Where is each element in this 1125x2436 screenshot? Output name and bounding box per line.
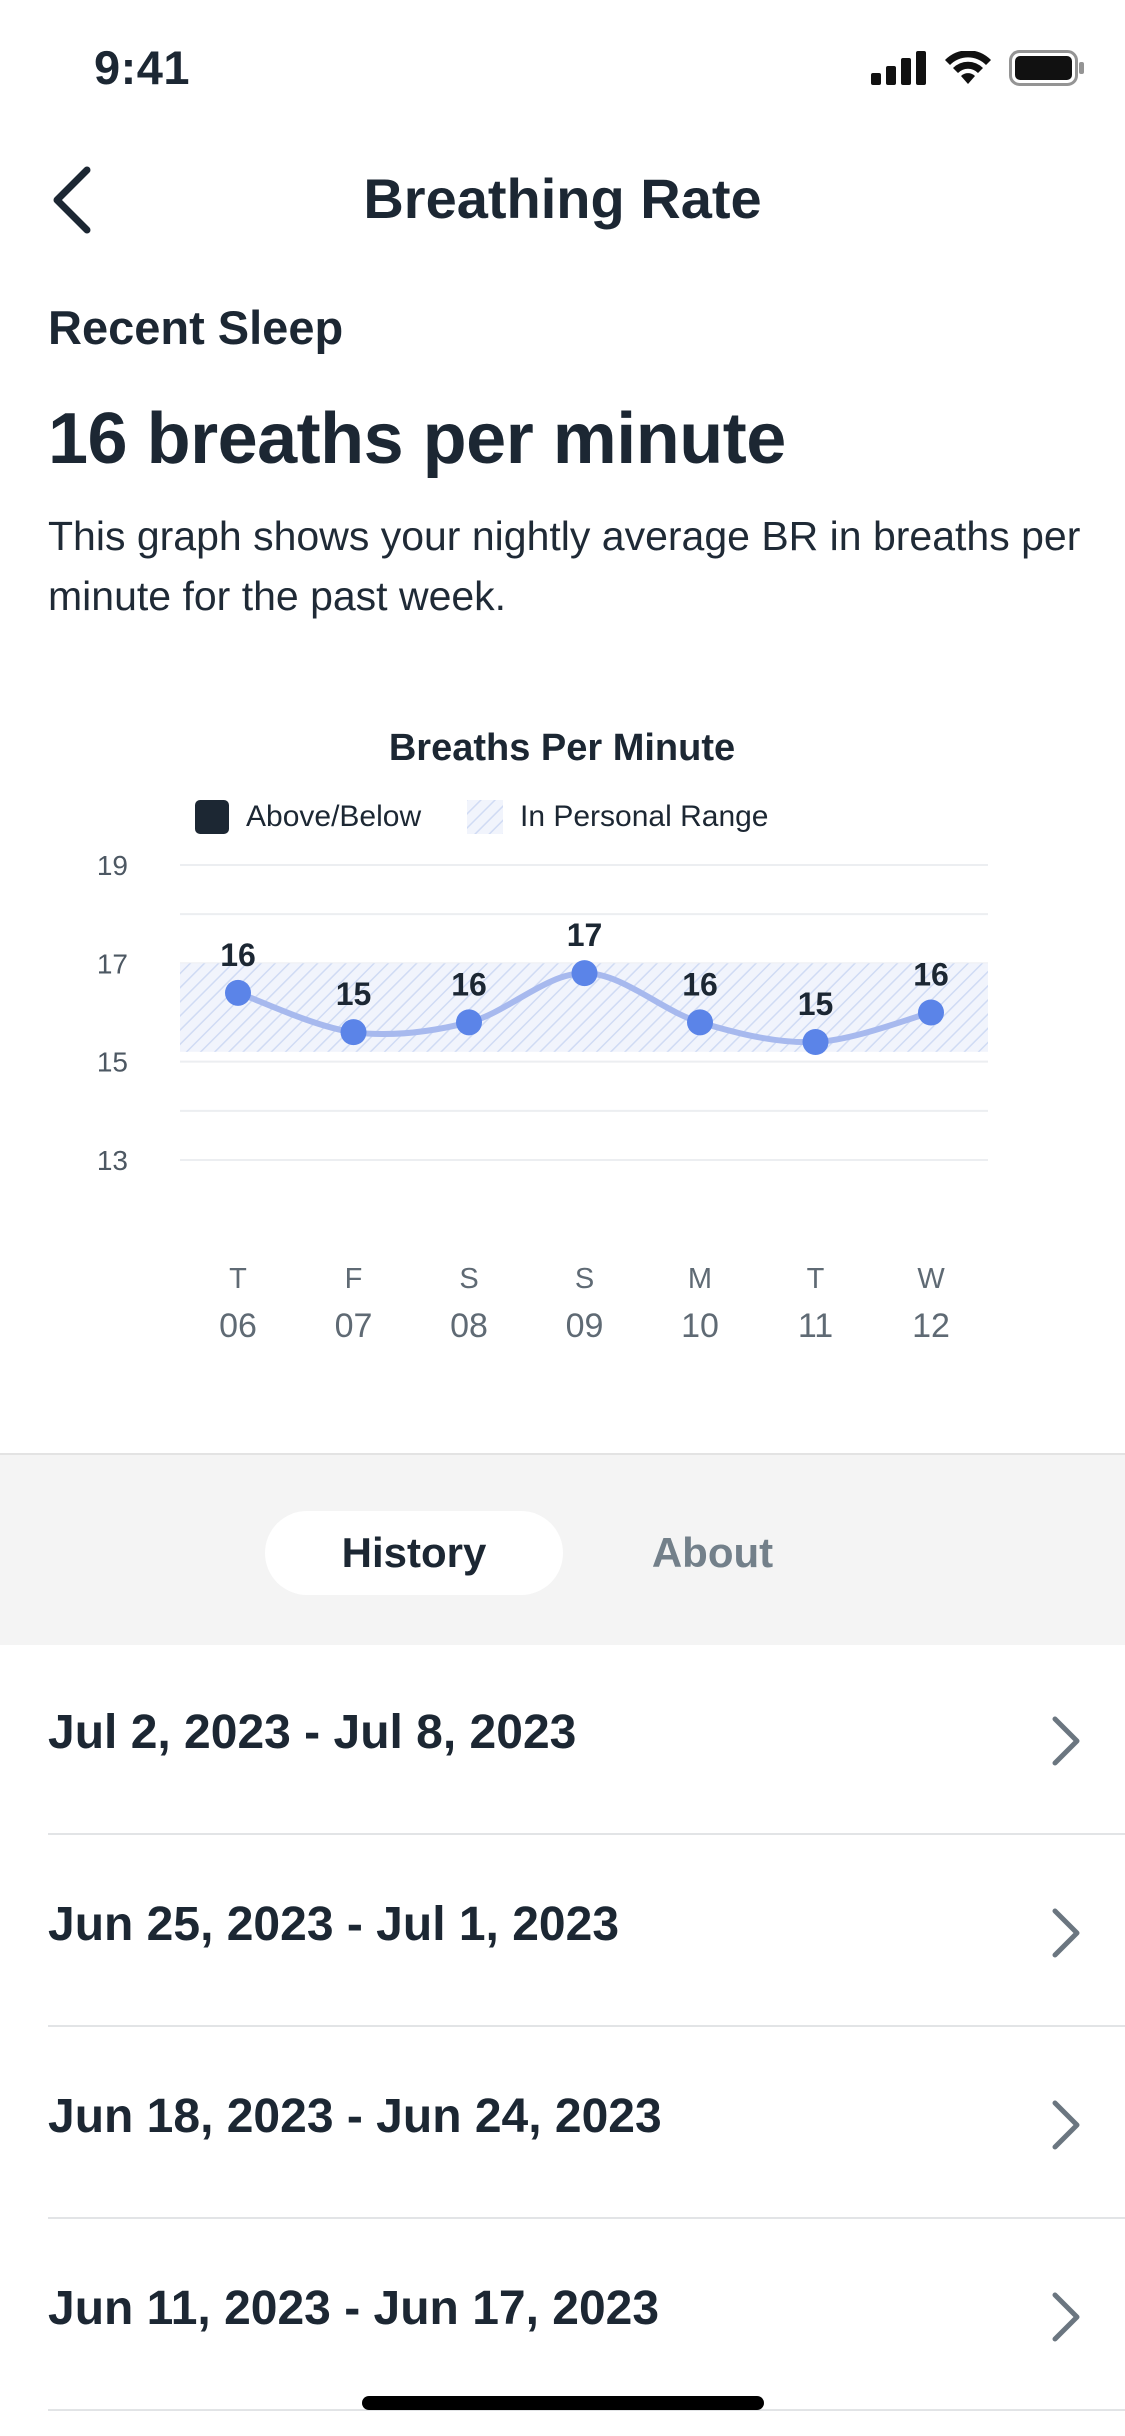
y-tick-label: 15 — [97, 1047, 128, 1078]
breathing-rate-chart: Breaths Per Minute Above/Below In Person… — [0, 700, 1125, 1360]
legend-label-above-below: Above/Below — [246, 800, 421, 833]
y-tick-label: 17 — [97, 948, 128, 979]
data-point — [571, 960, 598, 987]
chart-svg: Breaths Per Minute Above/Below In Person… — [97, 727, 988, 1345]
data-point — [687, 1009, 713, 1036]
chevron-right-icon — [1052, 2100, 1080, 2150]
status-bar: 9:41 — [0, 0, 1125, 132]
x-day-label: S — [459, 1263, 478, 1295]
x-day-label: M — [688, 1263, 712, 1295]
status-icons — [871, 50, 1085, 86]
cellular-signal-icon — [871, 51, 926, 85]
history-row[interactable]: Jun 25, 2023 - Jul 1, 2023 — [0, 1835, 1125, 2027]
data-label: 16 — [682, 966, 718, 1002]
legend-label-personal-range: In Personal Range — [520, 800, 769, 833]
y-tick-label: 13 — [97, 1145, 128, 1176]
x-day-label: S — [575, 1263, 594, 1295]
battery-icon — [1009, 50, 1084, 86]
chart-plot-area: 19 17 15 13 16 15 16 17 16 15 16 T 06 F 07 S 08 S 09 M 10 T 11… — [97, 850, 988, 1345]
chevron-right-icon — [1052, 1716, 1080, 1766]
y-tick-label: 19 — [97, 850, 128, 881]
data-point — [340, 1019, 367, 1046]
status-time: 9:41 — [94, 41, 191, 94]
x-day-label: W — [917, 1263, 945, 1295]
chevron-right-icon — [1052, 1908, 1080, 1958]
history-row-label: Jun 18, 2023 - Jun 24, 2023 — [48, 2090, 662, 2143]
chevron-right-icon — [1052, 2292, 1080, 2342]
chart-description: This graph shows your nightly average BR… — [48, 513, 1081, 619]
x-date-label: 10 — [681, 1307, 719, 1345]
data-label: 16 — [451, 966, 487, 1002]
section-label: Recent Sleep — [48, 301, 344, 354]
history-row[interactable]: Jun 18, 2023 - Jun 24, 2023 — [0, 2027, 1125, 2219]
x-date-label: 12 — [912, 1307, 950, 1345]
page-title: Breathing Rate — [363, 167, 762, 230]
legend-swatch-above-below — [195, 800, 229, 834]
segmented-control: History About — [0, 1453, 1125, 1645]
breathing-rate-value: 16 breaths per minute — [48, 399, 786, 479]
wifi-icon — [945, 51, 991, 84]
tab-about[interactable]: About — [570, 1511, 855, 1595]
data-label: 15 — [336, 976, 372, 1012]
history-row[interactable]: Jul 2, 2023 - Jul 8, 2023 — [0, 1643, 1125, 1835]
data-point — [918, 999, 944, 1026]
history-row-label: Jun 25, 2023 - Jul 1, 2023 — [48, 1898, 620, 1951]
data-label: 15 — [798, 986, 834, 1022]
x-date-label: 08 — [450, 1307, 488, 1345]
history-row[interactable]: Jun 11, 2023 - Jun 17, 2023 — [0, 2219, 1125, 2411]
data-point — [802, 1029, 829, 1055]
legend-swatch-personal-range — [467, 800, 503, 834]
x-day-label: F — [345, 1263, 363, 1295]
data-label: 17 — [567, 917, 603, 953]
tab-history[interactable]: History — [265, 1511, 563, 1595]
x-day-label: T — [229, 1263, 247, 1295]
data-label: 16 — [913, 957, 949, 993]
history-list: Jul 2, 2023 - Jul 8, 2023 Jun 25, 2023 -… — [0, 1643, 1125, 2411]
history-row-label: Jul 2, 2023 - Jul 8, 2023 — [48, 1706, 577, 1759]
x-day-label: T — [807, 1263, 825, 1295]
data-point — [225, 979, 251, 1006]
history-row-label: Jun 11, 2023 - Jun 17, 2023 — [48, 2282, 660, 2335]
x-date-label: 06 — [219, 1307, 257, 1345]
data-label: 16 — [220, 937, 256, 973]
home-indicator — [362, 2396, 764, 2410]
nav-bar: Breathing Rate — [0, 140, 1125, 260]
data-point — [456, 1009, 482, 1036]
x-date-label: 09 — [566, 1307, 604, 1345]
chart-title: Breaths Per Minute — [389, 727, 735, 769]
x-date-label: 11 — [798, 1307, 833, 1345]
x-date-label: 07 — [335, 1307, 373, 1345]
